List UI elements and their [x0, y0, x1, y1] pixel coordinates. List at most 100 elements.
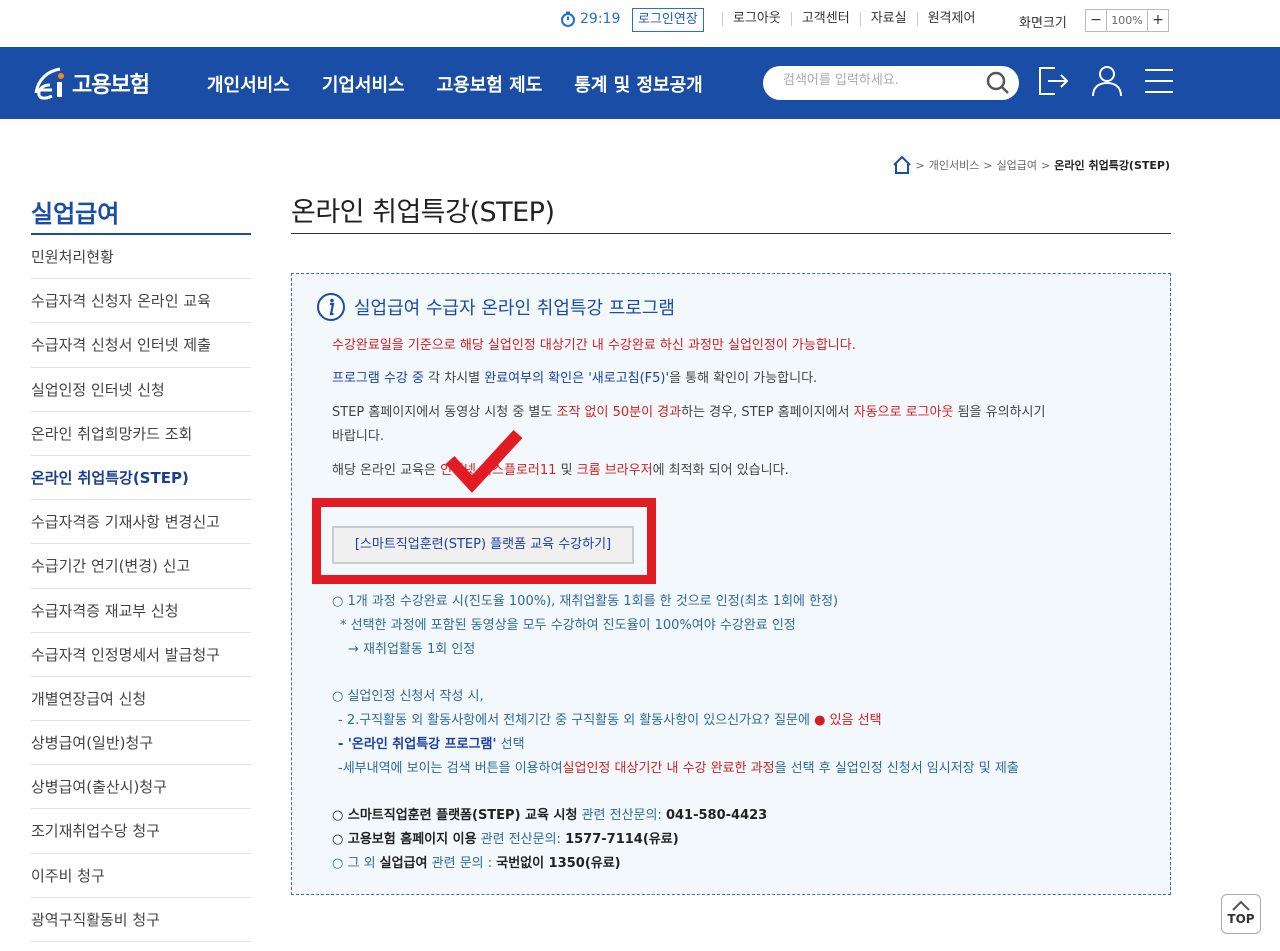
instruction-text: 을 선택 후 실업인정 신청서 임시저장 및 제출	[774, 761, 1019, 776]
contact-phone: 국번없이 1350(유료)	[496, 856, 621, 871]
notice-text: 완료여부의 확인은 '새로고침(F5)'	[484, 371, 670, 386]
benefit-result: → 재취업활동 1회 인정	[348, 642, 476, 657]
contact-text: 관련 전산문의:	[476, 832, 566, 847]
contact-text: 관련 전산문의:	[577, 808, 666, 823]
archive-link[interactable]: 자료실	[859, 12, 917, 26]
notice-refresh: 프로그램 수강 중 각 차시별 완료여부의 확인은 '새로고침(F5)'을 통해…	[332, 370, 817, 388]
session-timer: 29:19	[560, 11, 620, 27]
stopwatch-icon	[561, 11, 575, 27]
breadcrumb-item[interactable]: 실업급여	[997, 157, 1037, 173]
remote-control-link[interactable]: 원격제어	[916, 12, 986, 26]
sidebar-item[interactable]: 실업인정 인터넷 신청	[31, 368, 251, 412]
ei-logo-icon	[34, 67, 64, 100]
nav-statistics[interactable]: 통계 및 정보공개	[574, 71, 702, 97]
notice-text: 조작 없이 50분이 경과	[556, 405, 682, 420]
info-box-header: 실업급여 수급자 온라인 취업특강 프로그램	[316, 292, 675, 322]
notice-text: 프로그램 수강 중	[332, 371, 424, 386]
sidebar-item[interactable]: 개별연장급여 신청	[31, 677, 251, 722]
scroll-top-button[interactable]: TOP	[1221, 894, 1261, 934]
info-icon	[317, 293, 345, 321]
red-dot-icon: ●	[814, 713, 826, 728]
home-icon[interactable]	[892, 155, 912, 175]
zoom-value: 100%	[1106, 10, 1148, 31]
instruction-text: - '온라인 취업특강 프로그램'	[338, 737, 497, 752]
benefit-note: * 선택한 과정에 포함된 동영상을 모두 수강하여 진도율이 100%여야 수…	[340, 618, 796, 633]
user-icon[interactable]	[1089, 63, 1125, 99]
sidebar-item[interactable]: 상병급여(일반)청구	[31, 721, 251, 766]
page-title: 온라인 취업특강(STEP)	[291, 190, 1171, 234]
sidebar-item[interactable]: 수급기간 연기(변경) 신고	[31, 544, 251, 589]
sidebar-item[interactable]: 수급자격증 기재사항 변경신고	[31, 500, 251, 545]
search-input[interactable]	[783, 73, 973, 88]
notice-complete-date: 수강완료일을 기준으로 해당 실업인정 대상기간 내 수강완료 하신 과정만 실…	[332, 338, 856, 353]
instruction-text: 있음 선택	[825, 713, 882, 728]
zoom-out-button[interactable]: −	[1086, 10, 1106, 31]
checkmark-annotation-icon	[445, 429, 523, 493]
search-icon[interactable]	[985, 70, 1011, 96]
benefit-line: ○ 1개 과정 수강완료 시(진도율 100%), 재취업활동 1회를 한 것으…	[332, 594, 839, 609]
application-line: ○ 실업인정 신청서 작성 시,	[332, 689, 484, 704]
breadcrumb-separator: >	[915, 158, 925, 172]
nav-insurance-system[interactable]: 고용보험 제도	[437, 71, 543, 97]
login-extend-button[interactable]: 로그인연장	[632, 8, 704, 32]
chevron-up-icon	[1232, 900, 1250, 911]
step-course-button[interactable]: [스마트직업훈련(STEP) 플랫폼 교육 수강하기]	[332, 526, 634, 564]
notice-auto-logout-cont: 바랍니다.	[332, 429, 384, 444]
notice-text: STEP 홈페이지에서 동영상 시청 중 별도	[332, 405, 557, 420]
zoom-label: 화면크기	[1019, 16, 1067, 31]
global-nav-menu: 개인서비스 기업서비스 고용보험 제도 통계 및 정보공개	[207, 71, 703, 97]
contact-text: ○	[332, 808, 348, 823]
logo-text: 고용보험	[72, 73, 150, 98]
contact-text: 스마트직업훈련 플랫폼(STEP) 교육 시청	[347, 808, 578, 823]
breadcrumb-separator: >	[983, 158, 993, 172]
contact-phone: 041-580-4423	[665, 808, 768, 823]
notice-text: 크롬 브라우저	[576, 463, 653, 478]
info-box-title: 실업급여 수급자 온라인 취업특강 프로그램	[354, 298, 675, 319]
sidebar-item[interactable]: 온라인 취업희망카드 조회	[31, 412, 251, 456]
sidebar-item[interactable]: 조기재취업수당 청구	[31, 809, 251, 854]
instruction-text: 실업인정 대상기간 내 수강 완료한 과정	[562, 761, 775, 776]
sidebar-item[interactable]: 수급자격증 재교부 신청	[31, 589, 251, 633]
breadcrumb: > 개인서비스 > 실업급여 > 온라인 취업특강(STEP)	[892, 155, 1170, 175]
customer-center-link[interactable]: 고객센터	[790, 12, 860, 26]
contact-text: ○ 그 외	[332, 856, 380, 871]
timer-value: 29:19	[580, 11, 621, 27]
scroll-top-label: TOP	[1227, 912, 1255, 926]
breadcrumb-separator: >	[1041, 158, 1051, 172]
logout-link[interactable]: 로그아웃	[722, 12, 791, 26]
contact-other: ○ 그 외 실업급여 관련 문의 : 국번없이 1350(유료)	[332, 855, 621, 873]
nav-personal-services[interactable]: 개인서비스	[207, 71, 290, 97]
notice-text: 및	[556, 463, 577, 478]
sidebar-title: 실업급여	[31, 194, 251, 235]
notice-text: 각 차시별	[424, 371, 485, 386]
instruction-text: 선택	[496, 737, 525, 752]
site-logo[interactable]: 고용보험	[30, 63, 150, 103]
breadcrumb-item[interactable]: 개인서비스	[929, 157, 980, 173]
breadcrumb-current: 온라인 취업특강(STEP)	[1054, 159, 1170, 172]
sidebar-item-active[interactable]: 온라인 취업특강(STEP)	[31, 456, 251, 501]
sidebar-item[interactable]: 수급자격 신청자 온라인 교육	[31, 279, 251, 324]
application-step: - '온라인 취업특강 프로그램' 선택	[338, 736, 525, 754]
search-box	[763, 66, 1019, 100]
sidebar-item[interactable]: 광역구직활동비 청구	[31, 898, 251, 942]
utility-links: 로그아웃 고객센터 자료실 원격제어	[722, 12, 985, 26]
notice-text: 에 최적화 되어 있습니다.	[652, 463, 789, 478]
menu-icon[interactable]	[1141, 63, 1177, 99]
contact-text: ○	[332, 832, 348, 847]
sidebar-item[interactable]: 상병급여(출산시)청구	[31, 765, 251, 810]
nav-business-services[interactable]: 기업서비스	[322, 71, 405, 97]
sidebar-item[interactable]: 이주비 청구	[31, 854, 251, 898]
sidebar-item[interactable]: 민원처리현황	[31, 235, 251, 280]
notice-text: 하는 경우, STEP 홈페이지에서	[681, 405, 854, 420]
contact-step: ○ 스마트직업훈련 플랫폼(STEP) 교육 시청 관련 전산문의: 041-5…	[332, 807, 767, 825]
notice-text: 해당 온라인 교육은	[332, 463, 441, 478]
zoom-in-button[interactable]: +	[1148, 10, 1168, 31]
contact-text: 실업급여	[379, 856, 428, 871]
notice-text: 됨을 유의하시기	[953, 405, 1046, 420]
sidebar-menu: 민원처리현황 수급자격 신청자 온라인 교육 수급자격 신청서 인터넷 제출 실…	[31, 235, 251, 942]
sidebar-item[interactable]: 수급자격 신청서 인터넷 제출	[31, 323, 251, 368]
info-box: 실업급여 수급자 온라인 취업특강 프로그램 수강완료일을 기준으로 해당 실업…	[291, 273, 1171, 895]
contact-homepage: ○ 고용보험 홈페이지 이용 관련 전산문의: 1577-7114(유료)	[332, 831, 679, 849]
sidebar-item[interactable]: 수급자격 인정명세서 발급청구	[31, 633, 251, 677]
logout-icon[interactable]	[1035, 63, 1071, 99]
